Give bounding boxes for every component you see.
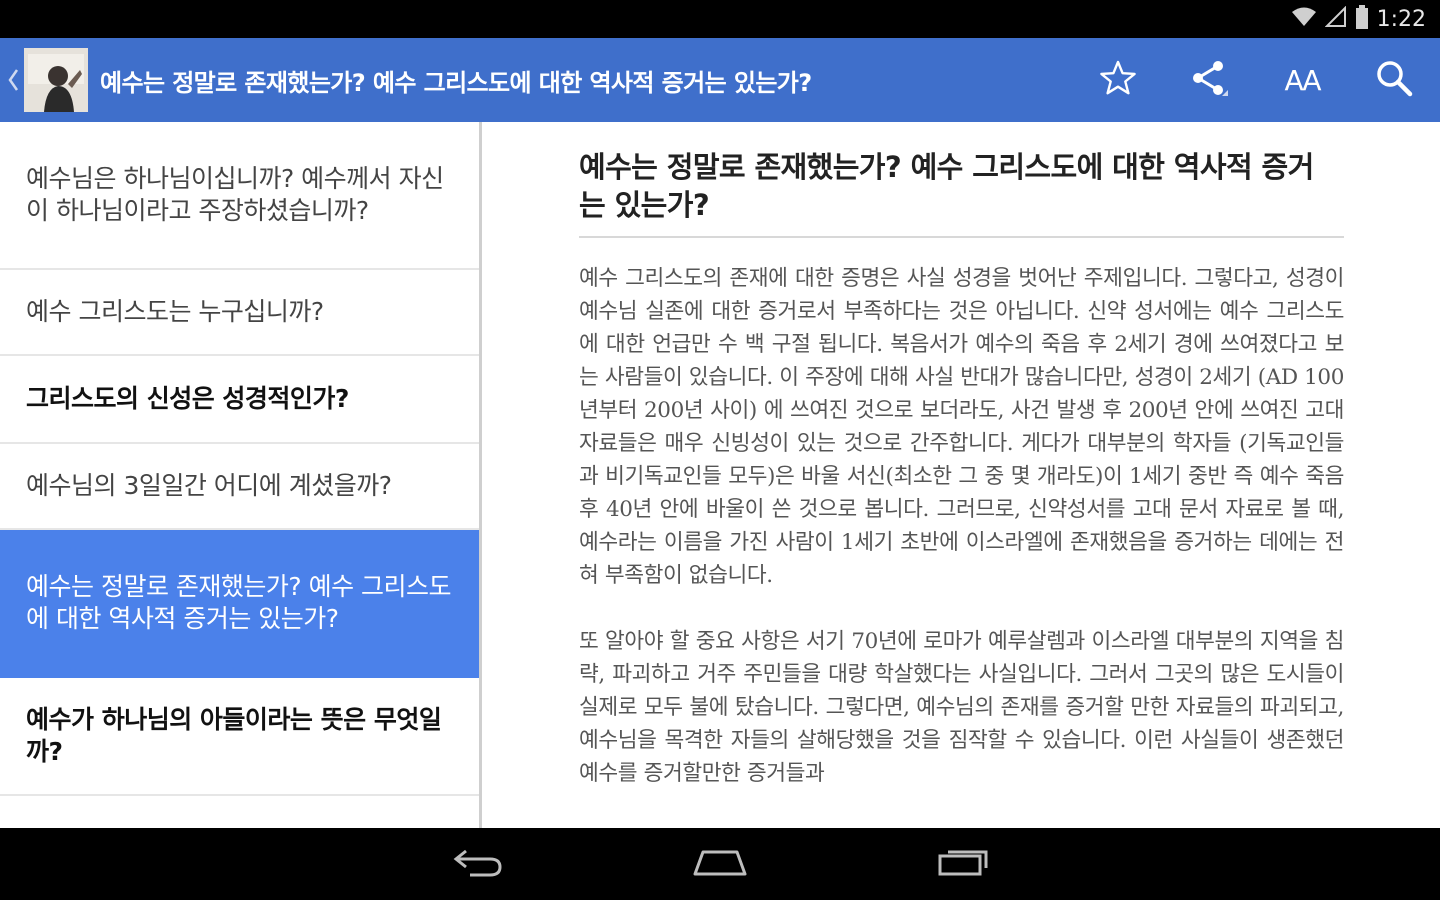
list-item-title: 그리스도의 신성은 성경적인가? xyxy=(26,384,349,413)
list-item[interactable]: 그리스도의 신성은 성경적인가? xyxy=(0,356,480,444)
favorite-button[interactable] xyxy=(1072,38,1164,122)
list-item-title: 예수님은 하나님이십니까? 예수께서 자신이 하나님이라고 주장하셨습니까? xyxy=(26,164,444,225)
star-icon xyxy=(1099,60,1137,100)
status-time: 1:22 xyxy=(1376,6,1426,32)
back-icon xyxy=(452,847,504,881)
text-size-icon: AA xyxy=(1284,63,1321,97)
list-item-title: 예수 그리스도는 누구십니까? xyxy=(26,297,324,326)
home-icon xyxy=(691,846,749,882)
article-detail[interactable]: 예수는 정말로 존재했는가? 예수 그리스도에 대한 역사적 증거는 있는가? … xyxy=(482,122,1440,828)
article-paragraph: 또 알아야 할 중요 사항은 서기 70년에 로마가 예루살렘과 이스라엘 대부… xyxy=(579,629,1344,786)
list-item[interactable]: 예수님의 3일일간 어디에 계셨을까? xyxy=(0,444,480,530)
battery-icon xyxy=(1355,5,1369,33)
action-bar-title: 예수는 정말로 존재했는가? 예수 그리스도에 대한 역사적 증거는 있는가? xyxy=(100,68,812,97)
article-title: 예수는 정말로 존재했는가? 예수 그리스도에 대한 역사적 증거는 있는가? xyxy=(579,150,1314,222)
status-icons: 1:22 xyxy=(1291,5,1426,33)
title-divider xyxy=(579,236,1344,238)
search-icon xyxy=(1375,59,1413,101)
content-area: 예수님은 하나님이십니까? 예수께서 자신이 하나님이라고 주장하셨습니까? 예… xyxy=(0,122,1440,828)
article-paragraph: 예수 그리스도의 존재에 대한 증명은 사실 성경을 벗어난 주제입니다. 그렇… xyxy=(579,266,1344,588)
article-body: 예수 그리스도의 존재에 대한 증명은 사실 성경을 벗어난 주제입니다. 그렇… xyxy=(579,262,1344,823)
list-item-title: 예수가 하나님의 아들이라는 뜻은 무엇일까? xyxy=(26,705,442,766)
action-bar-actions: AA xyxy=(1072,38,1440,122)
chevron-left-icon xyxy=(4,60,22,100)
share-button[interactable] xyxy=(1164,38,1256,122)
signal-icon xyxy=(1324,5,1347,32)
up-navigation-button[interactable] xyxy=(0,38,88,122)
search-button[interactable] xyxy=(1348,38,1440,122)
recents-icon xyxy=(936,846,992,882)
app-icon xyxy=(24,48,88,112)
navigation-bar xyxy=(0,828,1440,900)
back-button[interactable] xyxy=(418,828,538,900)
home-button[interactable] xyxy=(660,828,780,900)
recents-button[interactable] xyxy=(904,828,1024,900)
list-item[interactable]: 예수는 정말로 존재했는가? 예수 그리스도에 대한 역사적 증거는 있는가? xyxy=(0,530,480,678)
article-list: 예수님은 하나님이십니까? 예수께서 자신이 하나님이라고 주장하셨습니까? 예… xyxy=(0,122,480,828)
status-bar: 1:22 xyxy=(0,0,1440,38)
list-item-title: 예수님의 3일일간 어디에 계셨을까? xyxy=(26,471,392,500)
wifi-icon xyxy=(1291,6,1317,32)
list-item[interactable]: 예수가 하나님의 아들이라는 뜻은 무엇일까? xyxy=(0,678,480,796)
text-size-button[interactable]: AA xyxy=(1256,38,1348,122)
list-item[interactable]: 예수님은 하나님이십니까? 예수께서 자신이 하나님이라고 주장하셨습니까? xyxy=(0,122,480,270)
action-bar: 예수는 정말로 존재했는가? 예수 그리스도에 대한 역사적 증거는 있는가? … xyxy=(0,38,1440,122)
list-item-title: 예수는 정말로 존재했는가? 예수 그리스도에 대한 역사적 증거는 있는가? xyxy=(26,572,452,633)
share-icon xyxy=(1190,58,1230,102)
list-item[interactable]: 예수 그리스도는 누구십니까? xyxy=(0,270,480,356)
